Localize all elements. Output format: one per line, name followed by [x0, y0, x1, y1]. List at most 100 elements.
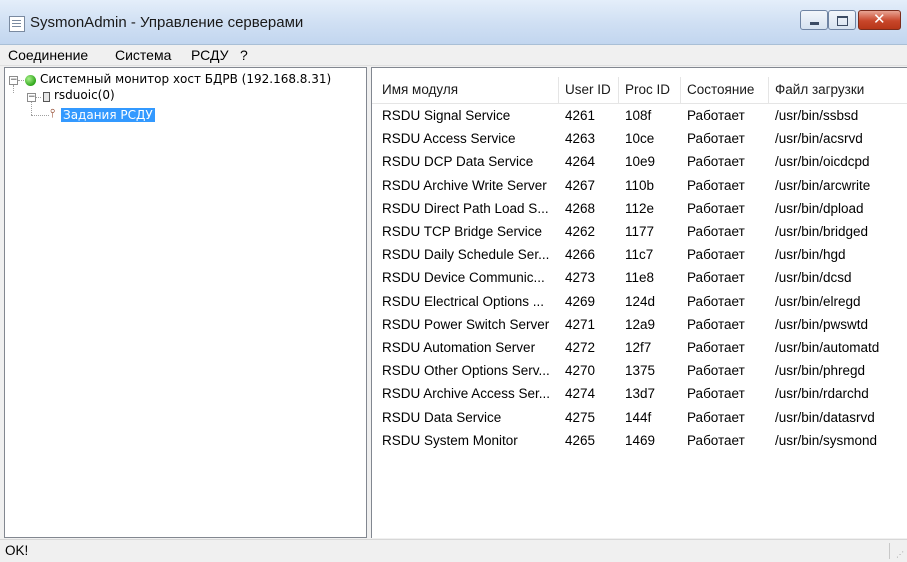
cell-state: Работает: [687, 131, 745, 147]
cell-module-name: RSDU TCP Bridge Service: [382, 224, 543, 239]
cell-state: Работает: [687, 200, 745, 216]
tree-connector: [36, 97, 41, 98]
column-proc-id[interactable]: Proc ID: [625, 82, 670, 97]
cell-load-file: /usr/bin/datasrvd: [775, 409, 875, 425]
minimize-button[interactable]: [800, 10, 828, 30]
cell-state: Работает: [687, 293, 745, 309]
cell-user-id: 4265: [565, 432, 596, 448]
cell-load-file: /usr/bin/acsrvd: [775, 131, 863, 147]
maximize-icon: [837, 16, 848, 26]
table-row[interactable]: RSDU Electrical Options ... 4269 124d Работ…: [372, 291, 907, 314]
column-divider[interactable]: [768, 77, 769, 103]
table-row[interactable]: RSDU System Monitor 4265 1469 Работает/usr/…: [372, 430, 907, 453]
cell-load-file: /usr/bin/bridged: [775, 224, 869, 239]
cell-module-name: RSDU Automation Server: [382, 340, 536, 355]
cell-state: Работает: [687, 409, 745, 425]
selected-node-label: Задания РСДУ: [61, 108, 155, 122]
cell-user-id: 4270: [565, 363, 596, 379]
cell-state: Работает: [687, 224, 745, 239]
table-row[interactable]: RSDU Power Switch Server 4271 12a9 Работает…: [372, 314, 907, 337]
column-divider[interactable]: [618, 77, 619, 103]
cell-state: Работает: [687, 108, 745, 123]
minimize-icon: [810, 22, 819, 25]
module-list[interactable]: Имя модуля User ID Proc ID Состояние Фай…: [371, 67, 907, 538]
cell-proc-id: 110b: [625, 177, 655, 193]
menu-rsdu[interactable]: РСДУ: [191, 47, 229, 63]
cell-state: Работает: [687, 247, 745, 263]
server-icon: [43, 92, 50, 102]
tree-connector: [18, 80, 24, 81]
column-divider[interactable]: [680, 77, 681, 103]
maximize-button[interactable]: [828, 10, 856, 30]
cell-module-name: RSDU Access Service: [382, 131, 516, 147]
cell-user-id: 4268: [565, 200, 596, 216]
table-row[interactable]: RSDU Other Options Serv... 4270 1375 Работа…: [372, 360, 907, 383]
cell-user-id: 4264: [565, 154, 596, 170]
cell-load-file: /usr/bin/phregd: [775, 363, 866, 379]
server-tree[interactable]: − Системный монитор хост БДРВ (192.168.8…: [4, 67, 367, 538]
table-row[interactable]: RSDU Daily Schedule Ser... 4266 11c7 Работа…: [372, 244, 907, 267]
menu-help[interactable]: ?: [240, 47, 248, 63]
column-module-name[interactable]: Имя модуля: [382, 82, 458, 97]
table-row[interactable]: RSDU DCP Data Service 4264 10e9 Работает/us…: [372, 151, 907, 174]
cell-module-name: RSDU Direct Path Load S...: [382, 200, 549, 216]
cell-module-name: RSDU Daily Schedule Ser...: [382, 247, 550, 263]
menu-bar: Соединение Система РСДУ ?: [0, 45, 907, 66]
cell-module-name: RSDU System Monitor: [382, 432, 518, 448]
cell-user-id: 4271: [565, 316, 596, 332]
table-row[interactable]: RSDU Archive Write Server 4267 110b Работае…: [372, 175, 907, 198]
tree-node-root[interactable]: Системный монитор хост БДРВ (192.168.8.3…: [40, 72, 331, 86]
menu-connection[interactable]: Соединение: [8, 47, 88, 63]
status-bar: OK! ⋰: [0, 539, 907, 562]
list-header: Имя модуля User ID Proc ID Состояние Фай…: [372, 77, 907, 104]
app-icon[interactable]: [9, 16, 25, 32]
cell-user-id: 4274: [565, 386, 596, 402]
column-user-id[interactable]: User ID: [565, 82, 611, 97]
table-row[interactable]: RSDU TCP Bridge Service 4262 1177 Работает /…: [372, 221, 907, 244]
table-row[interactable]: RSDU Automation Server 4272 12f7 Работает/u…: [372, 337, 907, 360]
cell-module-name: RSDU DCP Data Service: [382, 154, 534, 170]
column-load-file[interactable]: Файл загрузки: [775, 82, 864, 97]
close-icon: ✕: [873, 10, 886, 28]
tree-node-tasks[interactable]: Задания РСДУ: [61, 108, 155, 122]
status-text: OK!: [5, 543, 29, 558]
cell-load-file: /usr/bin/pwswtd: [775, 316, 869, 332]
table-row[interactable]: RSDU Data Service 4275 144f Работает/usr/bi…: [372, 407, 907, 430]
cell-module-name: RSDU Device Communic...: [382, 270, 545, 286]
cell-state: Работает: [687, 154, 745, 170]
resize-grip-icon[interactable]: ⋰: [896, 550, 904, 559]
table-row[interactable]: RSDU Archive Access Ser... 4274 13d7 Работа…: [372, 383, 907, 406]
cell-load-file: /usr/bin/ssbsd: [775, 108, 859, 123]
title-bar[interactable]: SysmonAdmin - Управление серверами ✕: [0, 0, 907, 45]
status-divider: [889, 543, 890, 559]
cell-proc-id: 1469: [625, 432, 656, 448]
table-row[interactable]: RSDU Access Service 4263 10ce Работает/usr/…: [372, 128, 907, 151]
cell-user-id: 4262: [565, 224, 596, 239]
tree-node-host[interactable]: rsduoic(0): [54, 88, 115, 102]
cell-load-file: /usr/bin/hgd: [775, 247, 846, 263]
collapse-icon[interactable]: −: [27, 93, 36, 102]
cell-state: Работает: [687, 386, 745, 402]
cell-proc-id: 10ce: [625, 131, 655, 147]
menu-system[interactable]: Система: [115, 47, 171, 63]
cell-proc-id: 11e8: [625, 270, 655, 286]
cell-state: Работает: [687, 270, 745, 286]
collapse-icon[interactable]: −: [9, 76, 18, 85]
column-state[interactable]: Состояние: [687, 82, 754, 97]
cell-user-id: 4267: [565, 177, 596, 193]
cell-proc-id: 112e: [625, 200, 655, 216]
cell-load-file: /usr/bin/oicdcpd: [775, 154, 870, 170]
cell-user-id: 4273: [565, 270, 596, 286]
table-row[interactable]: RSDU Direct Path Load S... 4268 112e Работа…: [372, 198, 907, 221]
cell-state: Работает: [687, 363, 745, 379]
cell-proc-id: 10e9: [625, 154, 656, 170]
window-title: SysmonAdmin - Управление серверами: [30, 14, 304, 31]
cell-load-file: /usr/bin/rdarchd: [775, 386, 869, 402]
cell-user-id: 4263: [565, 131, 596, 147]
close-button[interactable]: ✕: [858, 10, 901, 30]
column-divider[interactable]: [558, 77, 559, 103]
table-row[interactable]: RSDU Signal Service 4261 108f Работает/usr/…: [372, 105, 907, 128]
cell-module-name: RSDU Data Service: [382, 409, 502, 425]
table-row[interactable]: RSDU Device Communic... 4273 11e8 Работает /…: [372, 267, 907, 290]
cell-proc-id: 11c7: [625, 247, 654, 263]
